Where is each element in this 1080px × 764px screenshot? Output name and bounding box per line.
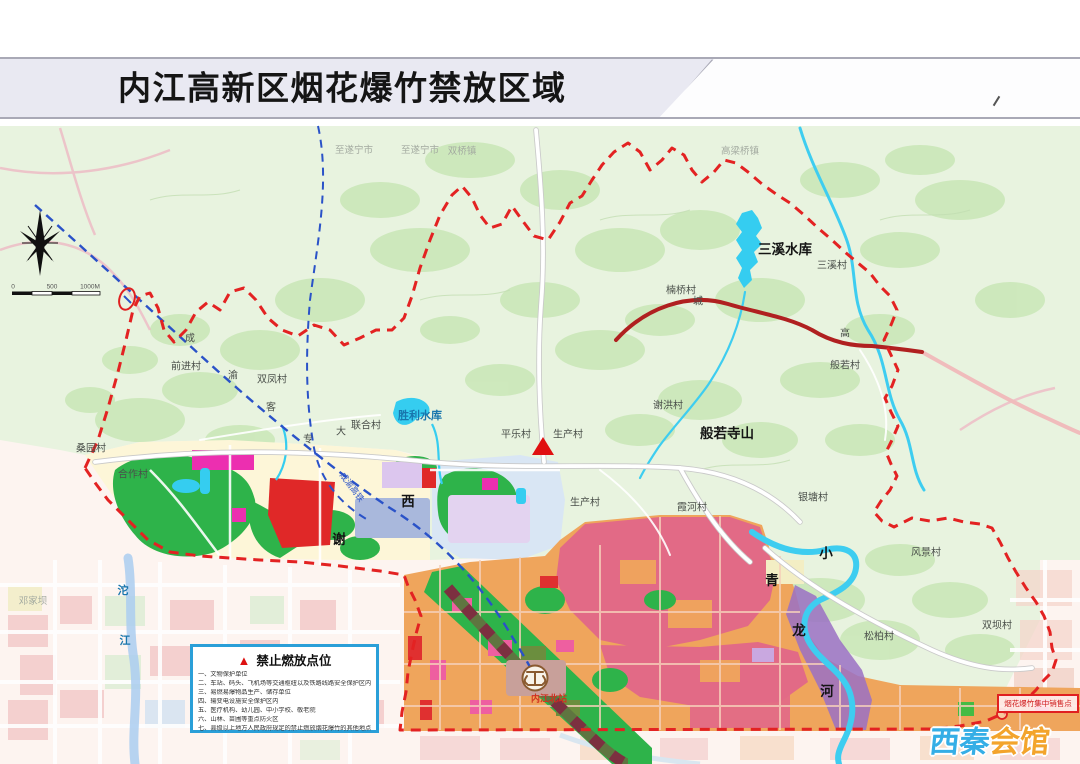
legend-item: 二、车站、码头、飞机场等交通枢纽以及铁路线路安全保护区内 [198,680,371,689]
plate-edge [664,59,713,115]
sale-point-label: 烟花爆竹集中销售点 [1004,698,1072,709]
legend-item-list: 一、文物保护单位二、车站、码头、飞机场等交通枢纽以及铁路线路安全保护区内三、易燃… [198,671,371,734]
legend-item: 三、易燃易爆物品生产、储存单位 [198,689,371,698]
legend-box: ▲ 禁止燃放点位 一、文物保护单位二、车站、码头、飞机场等交通枢纽以及铁路线路安全… [190,644,379,733]
poster-page: { "header": { "title": "内江高新区烟花爆竹禁放区域" }… [0,0,1080,764]
page-title: 内江高新区烟花爆竹禁放区域 [118,62,567,110]
legend-item: 四、输变电设施安全保护区内 [198,698,371,707]
legend-title: 禁止燃放点位 [256,654,331,668]
watermark-part1: 西秦 [928,726,991,759]
scale-bar [12,292,100,296]
sale-point-box: 烟花爆竹集中销售点 [997,694,1079,713]
railway-station-icon [523,666,548,691]
watermark: 西秦会馆 [928,717,1053,761]
legend-item: 五、医疗机构、幼儿园、中小学校、敬老院 [198,707,371,716]
legend-item: 一、文物保护单位 [198,671,371,680]
legend-item: 六、山林、苗圃等重点防火区 [198,716,371,725]
prohibition-triangle-icon: ▲ [238,653,251,668]
title-banner: 内江高新区烟花爆竹禁放区域 [0,57,1080,119]
legend-title-row: ▲ 禁止燃放点位 [198,650,371,669]
watermark-part2: 会馆 [988,726,1051,759]
legend-item: 七、县级以上地方人民政府规定的禁止燃放烟花爆竹的其他地点 [198,725,371,734]
